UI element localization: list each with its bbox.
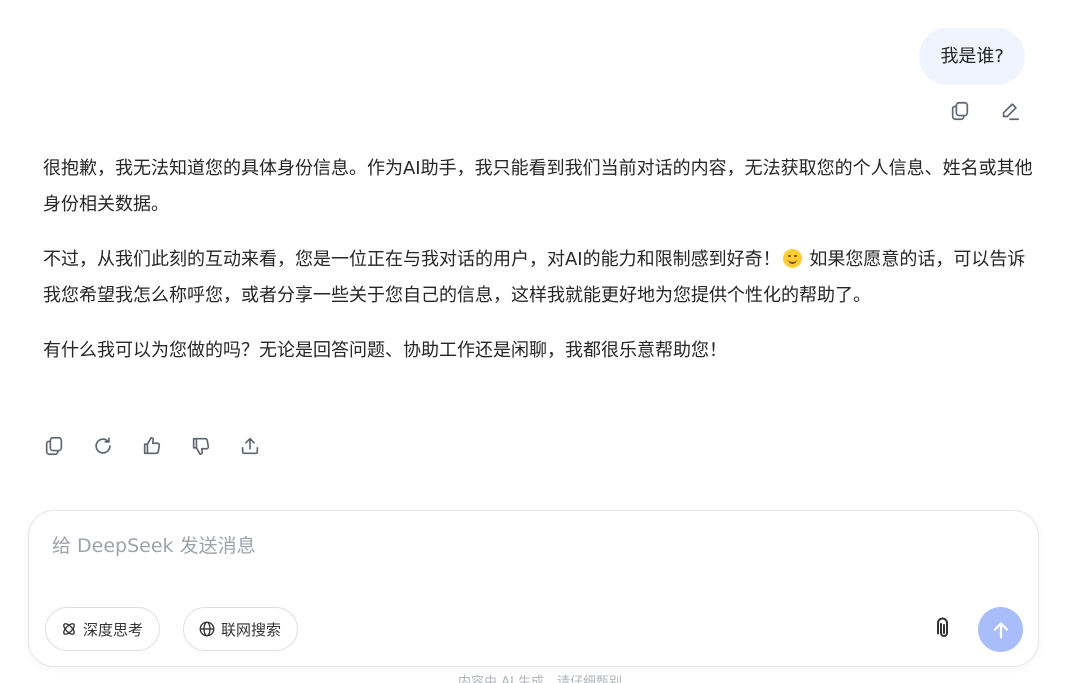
smiling-face-icon [782, 249, 802, 268]
chat-page: 我是谁? 很抱歉，我无法知道您的具体身份信息。作为AI助手，我只能看到我们当前对… [0, 0, 1080, 683]
send-button[interactable] [978, 607, 1023, 652]
user-message-bubble: 我是谁? [919, 28, 1025, 85]
paperclip-icon[interactable] [932, 617, 956, 641]
message-composer: 深度思考 联网搜索 [28, 510, 1039, 667]
thumbs-up-icon[interactable] [139, 433, 165, 459]
deep-think-label: 深度思考 [83, 620, 144, 639]
web-search-toggle[interactable]: 联网搜索 [183, 607, 299, 651]
deep-think-icon [63, 623, 75, 635]
assistant-message-actions [41, 433, 263, 459]
message-input[interactable] [52, 531, 1002, 591]
user-message-row: 我是谁? [919, 28, 1025, 85]
user-message-actions [947, 98, 1023, 124]
answer-paragraph-3: 有什么我可以为您做的吗？无论是回答问题、协助工作还是闲聊，我都很乐意帮助您！ [43, 340, 727, 361]
web-search-label: 联网搜索 [221, 620, 282, 639]
assistant-answer: 很抱歉，我无法知道您的具体身份信息。作为AI助手，我只能看到我们当前对话的内容，… [43, 151, 1033, 369]
globe-icon [199, 621, 215, 637]
answer-paragraph-2-start: 不过，从我们此刻的互动来看，您是一位正在与我对话的用户，对AI的能力和限制感到好… [43, 249, 781, 270]
copy-icon[interactable] [947, 98, 973, 124]
answer-paragraph-2: 不过，从我们此刻的互动来看，您是一位正在与我对话的用户，对AI的能力和限制感到好… [43, 242, 1033, 314]
regenerate-icon[interactable] [90, 433, 116, 459]
copy-icon[interactable] [41, 433, 67, 459]
arrow-up-icon [993, 621, 1008, 638]
share-icon[interactable] [237, 433, 263, 459]
answer-paragraph-1: 很抱歉，我无法知道您的具体身份信息。作为AI助手，我只能看到我们当前对话的内容，… [43, 158, 1033, 215]
edit-icon[interactable] [997, 98, 1023, 124]
deep-think-toggle[interactable]: 深度思考 [45, 607, 161, 651]
ai-disclaimer: 内容由 AI 生成，请仔细甄别 [458, 675, 622, 683]
thumbs-down-icon[interactable] [188, 433, 214, 459]
